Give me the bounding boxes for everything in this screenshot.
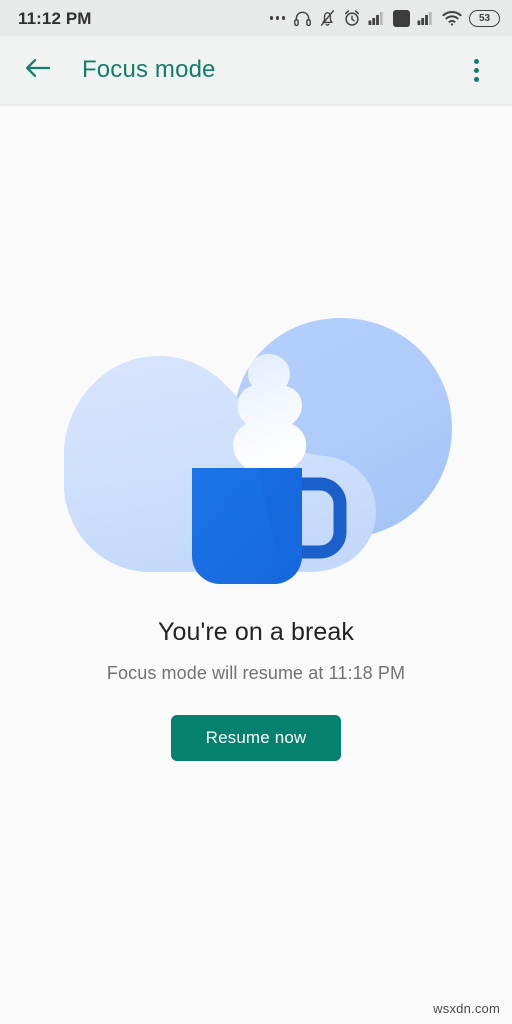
more-horizontal-icon [269, 16, 285, 20]
overflow-menu-button[interactable] [456, 48, 496, 92]
status-bar-time: 11:12 PM [18, 8, 92, 28]
battery-level-label: 53 [478, 12, 491, 24]
alarm-clock-icon [343, 9, 361, 27]
signal-bars-icon [368, 10, 386, 26]
page-title: Focus mode [82, 56, 216, 83]
arrow-back-icon [24, 56, 52, 85]
app-bar: Focus mode [0, 36, 512, 104]
wifi-icon [442, 10, 462, 26]
status-bar-icon-group: Vo LTE 53 [269, 9, 500, 27]
resume-now-button[interactable]: Resume now [171, 715, 341, 761]
battery-icon: 53 [469, 9, 500, 27]
headline-text: You're on a break [158, 618, 354, 646]
headphones-icon [293, 10, 312, 27]
volte-top-label: Vo [397, 11, 406, 18]
volte-icon: Vo LTE [393, 9, 410, 27]
back-button[interactable] [16, 48, 60, 92]
signal-bars-icon [417, 10, 435, 26]
coffee-break-illustration [46, 306, 466, 596]
bell-muted-icon [319, 9, 336, 27]
subtext-resume-time: Focus mode will resume at 11:18 PM [106, 663, 406, 683]
volte-bottom-label: LTE [395, 18, 408, 25]
status-bar: 11:12 PM Vo LTE 53 [0, 0, 512, 36]
watermark: wsxdn.com [433, 1001, 500, 1016]
more-vertical-icon [473, 58, 479, 82]
main-content: You're on a break Focus mode will resume… [0, 104, 512, 1024]
